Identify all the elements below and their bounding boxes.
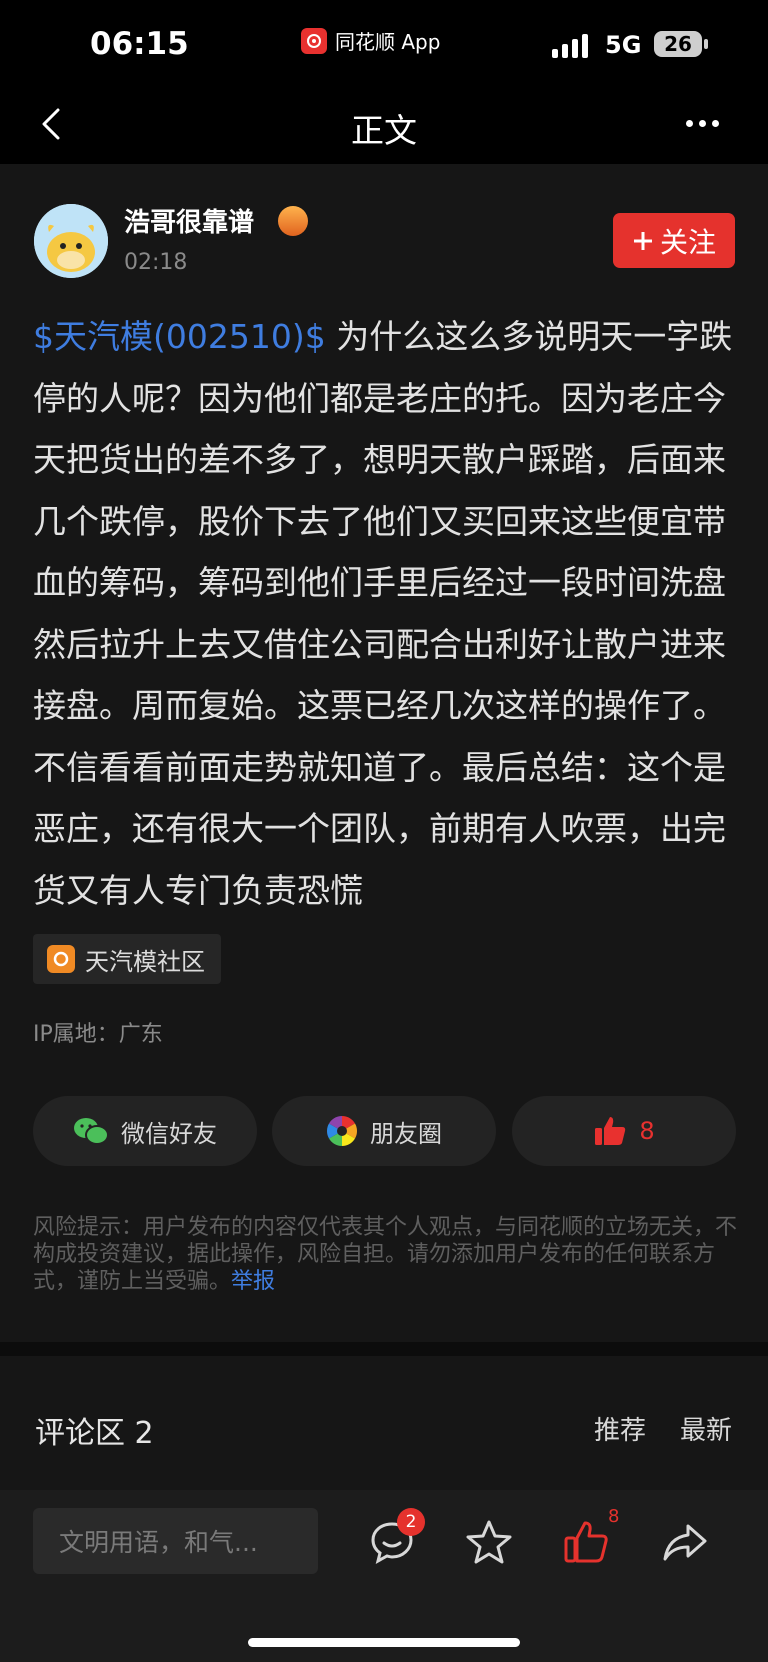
moments-icon <box>326 1116 358 1146</box>
moments-label: 朋友圈 <box>370 1119 442 1148</box>
sort-recommend-tab[interactable]: 推荐 <box>594 1410 646 1447</box>
status-time: 06:15 <box>90 26 189 62</box>
sort-latest-tab[interactable]: 最新 <box>680 1410 732 1447</box>
stock-tag-link[interactable]: $天汽模(002510)$ <box>33 317 326 356</box>
community-icon <box>47 945 75 973</box>
status-bar: 06:15 同花顺 App 5G 26 <box>0 0 768 88</box>
like-outline-icon[interactable] <box>562 1518 610 1566</box>
section-divider <box>0 1342 768 1356</box>
author-name[interactable]: 浩哥很靠谱 <box>124 202 254 239</box>
wechat-label: 微信好友 <box>121 1119 217 1148</box>
post-time: 02:18 <box>124 250 188 275</box>
share-wechat-button[interactable]: 微信好友 <box>33 1096 257 1166</box>
network-type: 5G <box>605 31 642 59</box>
plus-icon <box>633 231 652 250</box>
ip-location: IP属地：广东 <box>33 1022 163 1047</box>
bottom-action-bar: 文明用语，和气... 2 8 <box>0 1490 768 1662</box>
back-to-app[interactable]: 同花顺 App <box>301 26 440 55</box>
risk-text: 风险提示：用户发布的内容仅代表其个人观点，与同花顺的立场无关，不构成投资建议，据… <box>33 1215 738 1294</box>
comment-input[interactable]: 文明用语，和气... <box>33 1508 318 1574</box>
battery-icon: 26 <box>654 31 708 57</box>
home-indicator <box>248 1638 520 1647</box>
post-body: $天汽模(002510)$ 为什么这么多说明天一字跌停的人呢？因为他们都是老庄的… <box>33 306 738 921</box>
share-forward-icon[interactable] <box>661 1518 709 1566</box>
signal-icon <box>552 34 588 58</box>
more-icon[interactable] <box>686 120 719 127</box>
follow-button[interactable]: 关注 <box>613 213 735 268</box>
report-link[interactable]: 举报 <box>231 1269 275 1294</box>
risk-notice: 风险提示：用户发布的内容仅代表其个人观点，与同花顺的立场无关，不构成投资建议，据… <box>33 1214 739 1295</box>
page-title: 正文 <box>351 111 417 150</box>
comments-title: 评论区 2 <box>35 1416 154 1451</box>
wechat-icon <box>74 1118 109 1145</box>
bottom-like-count: 8 <box>608 1506 620 1527</box>
follow-label: 关注 <box>659 225 716 259</box>
community-name: 天汽模社区 <box>85 947 205 976</box>
community-tag[interactable]: 天汽模社区 <box>33 934 221 984</box>
like-button[interactable]: 8 <box>512 1096 736 1166</box>
app-name: 同花顺 App <box>335 30 441 54</box>
nav-bar: 正文 <box>0 88 768 164</box>
avatar[interactable] <box>34 204 108 278</box>
app-logo-icon <box>301 27 327 54</box>
post-text: 为什么这么多说明天一字跌停的人呢？因为他们都是老庄的托。因为老庄今天把货出的差不… <box>33 317 733 910</box>
like-count: 8 <box>639 1117 655 1145</box>
thumbs-up-icon <box>595 1117 626 1145</box>
comment-count-badge: 2 <box>397 1508 425 1536</box>
favorite-star-icon[interactable] <box>465 1518 513 1566</box>
user-level-badge-icon <box>278 206 308 236</box>
share-moments-button[interactable]: 朋友圈 <box>272 1096 496 1166</box>
